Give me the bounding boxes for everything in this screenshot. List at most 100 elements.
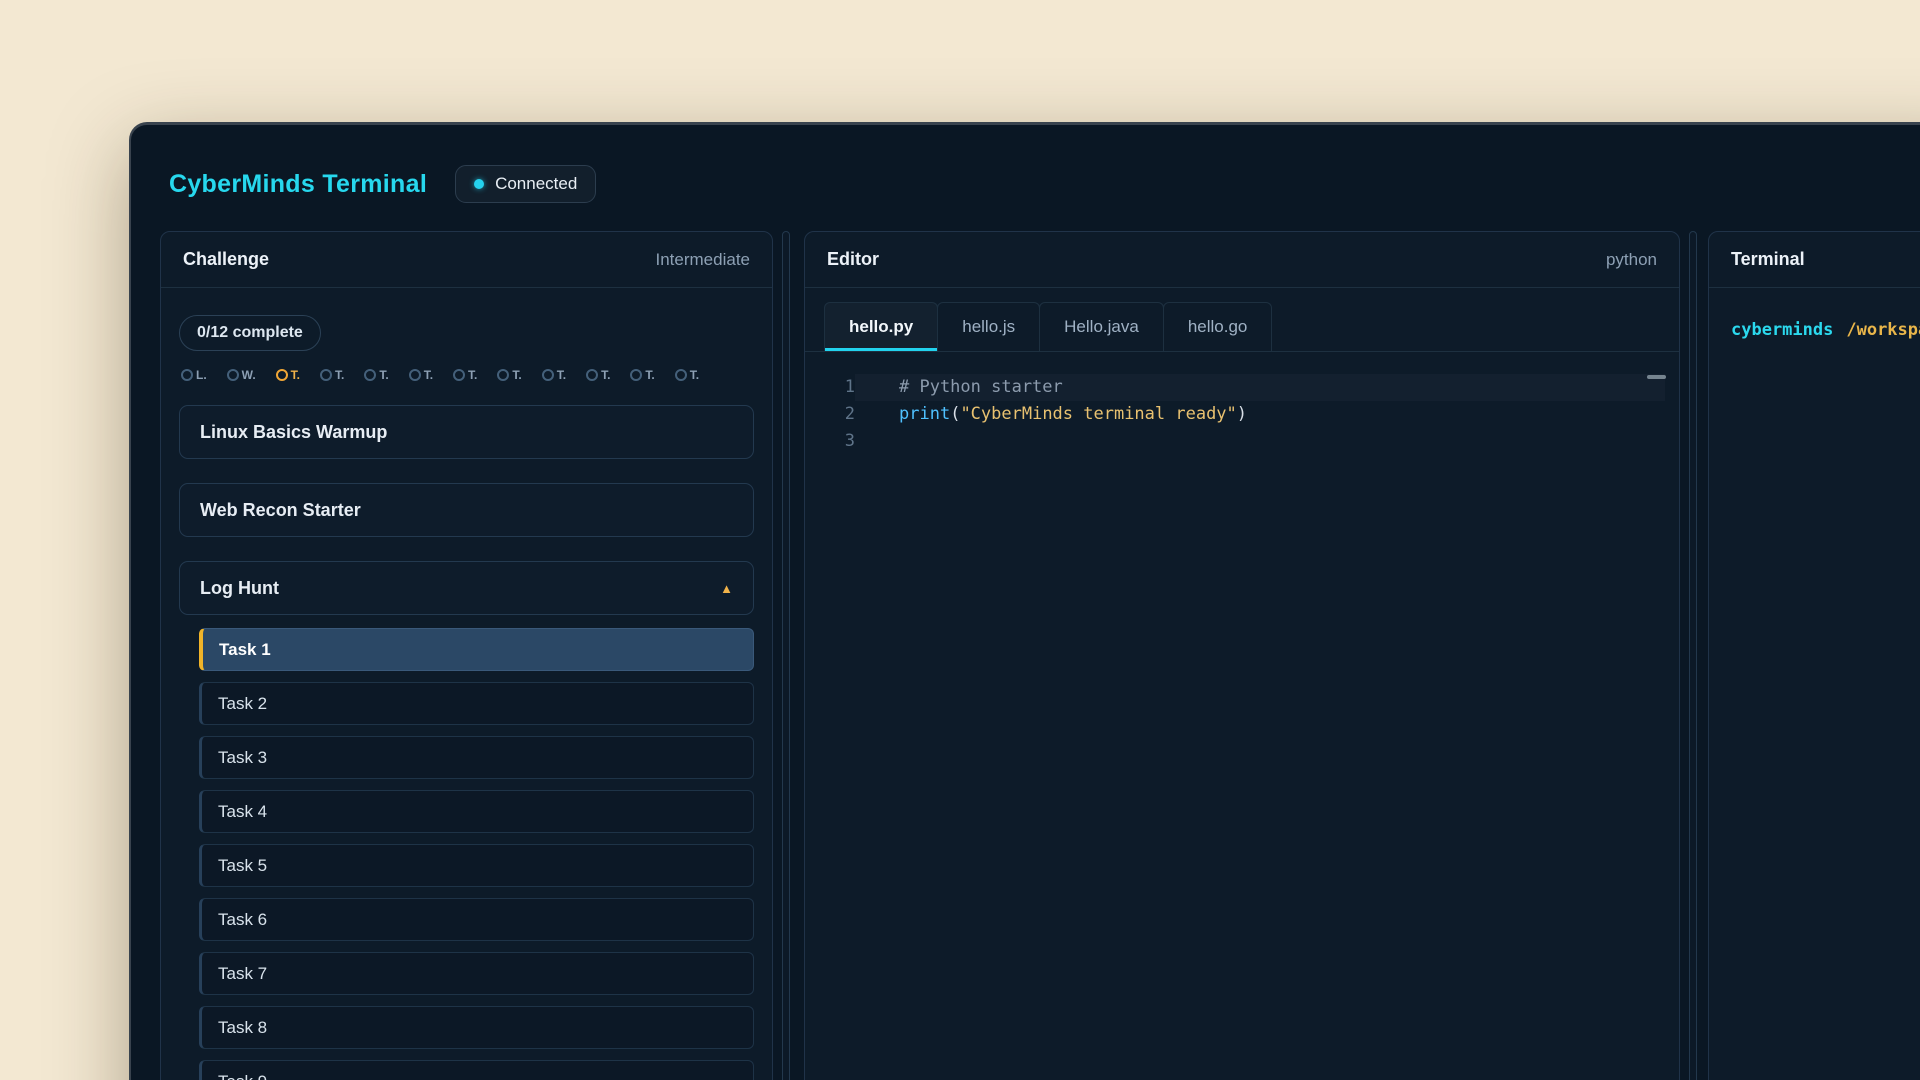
challenge-panel-body: 0/12 complete L. W. T. T. T. T. T. T. T. T. T. T. L… xyxy=(161,288,772,1080)
code-token: ) xyxy=(1236,404,1248,424)
dot-circle-icon xyxy=(630,369,643,381)
code-text: # Python starter xyxy=(855,374,1665,401)
dot-circle-icon xyxy=(453,369,466,381)
editor-panel-header: Editor python xyxy=(805,232,1679,288)
task-label: Task 8 xyxy=(218,1017,268,1037)
dot-circle-icon xyxy=(497,369,510,381)
editor-panel: Editor python hello.py hello.js Hello.java… xyxy=(804,231,1680,1080)
task-progress-dots: L. W. T. T. T. T. T. T. T. T. T. T. xyxy=(179,368,754,382)
challenge-title: Linux Basics Warmup xyxy=(200,421,388,442)
task-progress-dot[interactable]: T. xyxy=(541,368,567,382)
challenge-list: Linux Basics Warmup Web Recon Starter Log … xyxy=(179,405,754,1080)
dot-label: T. xyxy=(512,368,522,382)
task-row[interactable]: Task 2 xyxy=(199,682,754,725)
task-label: Task 3 xyxy=(218,747,268,767)
dot-circle-icon xyxy=(275,369,288,381)
code-token: "CyberMinds terminal ready" xyxy=(960,404,1237,424)
code-line: 3 xyxy=(805,428,1679,455)
dot-circle-icon xyxy=(586,369,599,381)
task-row[interactable]: Task 9 xyxy=(199,1060,754,1080)
task-progress-dot[interactable]: T. xyxy=(320,368,344,382)
task-progress-dot[interactable]: T. xyxy=(586,368,610,382)
dot-label: T. xyxy=(379,368,389,382)
app-window: CyberMinds Terminal Connected Challenge … xyxy=(129,122,1920,1080)
editor-tab-hello-py[interactable]: hello.py xyxy=(824,302,939,351)
code-line: 1 # Python starter xyxy=(805,374,1679,401)
dot-circle-icon xyxy=(226,369,239,381)
dot-label: T. xyxy=(689,368,700,382)
code-token: ( xyxy=(950,404,961,424)
dot-label: T. xyxy=(423,368,434,382)
dot-label: T. xyxy=(335,368,345,382)
dot-circle-icon xyxy=(320,369,333,381)
editor-panel-title: Editor xyxy=(827,249,879,269)
task-progress-dot[interactable]: T. xyxy=(630,368,655,382)
editor-scrollbar-thumb[interactable] xyxy=(1647,375,1666,379)
task-row[interactable]: Task 3 xyxy=(199,736,754,779)
desktop-background: CyberMinds Terminal Connected Challenge … xyxy=(0,0,1920,1080)
task-list: Task 1 Task 2 Task 3 Task 4 Task 5 Task 6 Task… xyxy=(199,628,754,1080)
editor-tab-hello-js[interactable]: hello.js xyxy=(937,302,1041,351)
editor-language-label: python xyxy=(1605,249,1657,269)
dot-circle-icon xyxy=(408,369,421,381)
task-label: Task 4 xyxy=(218,801,268,821)
line-number: 3 xyxy=(844,431,855,451)
task-row[interactable]: Task 5 xyxy=(199,844,754,887)
dot-circle-icon xyxy=(674,369,687,381)
task-row[interactable]: Task 6 xyxy=(199,898,754,941)
task-progress-dot[interactable]: T. xyxy=(497,368,522,382)
connection-dot-icon xyxy=(474,179,485,189)
code-editor[interactable]: 1 # Python starter 2 print("CyberMinds term… xyxy=(805,352,1679,455)
task-label: Task 2 xyxy=(218,693,268,713)
panel-resizer-right[interactable] xyxy=(1689,231,1697,1080)
task-progress-dot[interactable]: T. xyxy=(364,368,389,382)
progress-pill: 0/12 complete xyxy=(179,315,321,351)
connection-status-badge: Connected xyxy=(455,165,597,203)
dot-label: T. xyxy=(468,368,478,382)
task-progress-dot[interactable]: L. xyxy=(181,368,207,382)
dot-label: L. xyxy=(196,368,207,382)
terminal-prompt-path: /workspace xyxy=(1846,320,1920,340)
task-progress-dot[interactable]: T. xyxy=(275,368,301,382)
editor-tab-bar: hello.py hello.js Hello.java hello.go xyxy=(805,288,1679,352)
line-number: 2 xyxy=(844,404,855,424)
task-progress-dot[interactable]: W. xyxy=(226,368,256,382)
challenge-title: Web Recon Starter xyxy=(200,499,361,520)
challenge-card[interactable]: Web Recon Starter xyxy=(179,483,754,537)
task-progress-dot[interactable]: T. xyxy=(453,368,477,382)
challenge-panel-title: Challenge xyxy=(183,249,270,269)
editor-tab-hello-go[interactable]: hello.go xyxy=(1162,302,1273,351)
task-row[interactable]: Task 4 xyxy=(199,790,754,833)
dot-circle-icon xyxy=(541,369,554,381)
challenge-title: Log Hunt xyxy=(200,577,279,598)
dot-circle-icon xyxy=(364,369,377,381)
task-progress-dot[interactable]: T. xyxy=(674,368,700,382)
code-token: # Python starter xyxy=(899,377,1063,397)
chevron-up-icon: ▲ xyxy=(720,580,733,596)
terminal-output[interactable]: cyberminds/workspace xyxy=(1709,288,1920,340)
task-row[interactable]: Task 8 xyxy=(199,1006,754,1049)
task-label: Task 6 xyxy=(218,909,268,929)
task-label: Task 9 xyxy=(218,1072,267,1080)
dot-label: T. xyxy=(601,368,611,382)
task-row[interactable]: Task 1 xyxy=(199,628,754,671)
editor-tab-hello-java[interactable]: Hello.java xyxy=(1039,302,1164,351)
app-logo: CyberMinds Terminal xyxy=(169,169,428,198)
task-row[interactable]: Task 7 xyxy=(199,952,754,995)
terminal-panel: Terminal cyberminds/workspace xyxy=(1708,231,1920,1080)
task-progress-dot[interactable]: T. xyxy=(408,368,434,382)
challenge-card[interactable]: Log Hunt ▲ xyxy=(179,561,754,615)
code-text: print("CyberMinds terminal ready") xyxy=(855,401,1665,428)
app-header: CyberMinds Terminal Connected xyxy=(169,161,597,207)
challenge-card[interactable]: Linux Basics Warmup xyxy=(179,405,754,459)
dot-label: T. xyxy=(290,368,301,382)
code-lines: 1 # Python starter 2 print("CyberMinds term… xyxy=(805,374,1679,455)
dot-label: W. xyxy=(241,368,256,382)
challenge-panel: Challenge Intermediate 0/12 complete L. W… xyxy=(160,231,773,1080)
panel-resizer-left[interactable] xyxy=(782,231,790,1080)
dot-circle-icon xyxy=(181,369,193,381)
task-label: Task 1 xyxy=(219,639,271,659)
line-number: 1 xyxy=(844,377,855,397)
dot-label: T. xyxy=(556,368,567,382)
